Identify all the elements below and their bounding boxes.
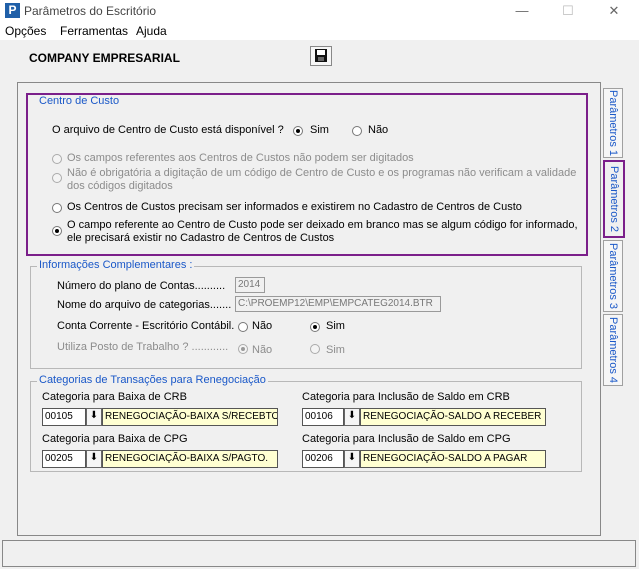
baixa-crb-dropdown-icon[interactable]: ⬇ bbox=[86, 408, 102, 426]
cc-option-3-radio[interactable] bbox=[52, 203, 62, 213]
cc-option-4-label: O campo referente ao Centro de Custo pod… bbox=[67, 219, 578, 231]
plano-input[interactable]: 2014 bbox=[235, 277, 265, 293]
cc-option-4-label-cont: ele precisará existir no Cadastro de Cen… bbox=[67, 232, 335, 244]
cc-option-4-radio[interactable] bbox=[52, 226, 62, 236]
posto-sim-radio[interactable] bbox=[310, 344, 320, 354]
incl-cpg-code[interactable]: 00206 bbox=[302, 450, 344, 468]
tab-parametros-3[interactable]: Parâmetros 3 bbox=[603, 240, 623, 312]
baixa-crb-code[interactable]: 00105 bbox=[42, 408, 86, 426]
incl-cpg-label: Categoria para Inclusão de Saldo em CPG bbox=[302, 433, 511, 445]
tab-parametros-2-label: Parâmetros 2 bbox=[608, 165, 620, 233]
cc-option-2-label: Não é obrigatória a digitação de um códi… bbox=[67, 167, 577, 179]
baixa-cpg-dropdown-icon[interactable]: ⬇ bbox=[86, 450, 102, 468]
conta-sim-radio[interactable] bbox=[310, 322, 320, 332]
floppy-disk-icon bbox=[315, 49, 327, 62]
cc-option-1-label: Os campos referentes aos Centros de Cust… bbox=[67, 152, 414, 164]
cc-option-1-radio[interactable] bbox=[52, 154, 62, 164]
posto-nao-radio[interactable] bbox=[238, 344, 248, 354]
arquivo-label: Nome do arquivo de categorias....... bbox=[57, 299, 232, 311]
categorias-title: Categorias de Transações para Renegociaç… bbox=[37, 374, 268, 386]
cc-nao-radio[interactable] bbox=[352, 126, 362, 136]
menu-opcoes[interactable]: Opções bbox=[5, 24, 46, 38]
cc-option-2-label-cont: dos códigos digitados bbox=[67, 180, 173, 192]
save-button[interactable] bbox=[310, 46, 332, 66]
maximize-button[interactable]: ☐ bbox=[545, 0, 591, 22]
posto-nao-label: Não bbox=[252, 344, 273, 356]
conta-corrente-label: Conta Corrente - Escritório Contábil. bbox=[57, 320, 235, 332]
incl-crb-name: RENEGOCIAÇÃO-SALDO A RECEBER bbox=[360, 408, 546, 426]
tab-parametros-1-label: Parâmetros 1 bbox=[607, 89, 619, 157]
cc-sim-radio[interactable] bbox=[293, 126, 303, 136]
app-icon: P bbox=[5, 3, 20, 18]
window-title: Parâmetros do Escritório bbox=[24, 4, 157, 18]
cc-question-label: O arquivo de Centro de Custo está dispon… bbox=[52, 124, 284, 136]
cc-option-3-label: Os Centros de Custos precisam ser inform… bbox=[67, 201, 522, 213]
cc-nao-label: Não bbox=[368, 124, 389, 136]
baixa-crb-name: RENEGOCIAÇÃO-BAIXA S/RECEBTO. bbox=[102, 408, 278, 426]
incl-crb-code[interactable]: 00106 bbox=[302, 408, 344, 426]
status-bar bbox=[2, 540, 636, 567]
info-title: Informações Complementares : bbox=[37, 259, 195, 271]
incl-crb-label: Categoria para Inclusão de Saldo em CRB bbox=[302, 391, 510, 403]
company-name: COMPANY EMPRESARIAL bbox=[29, 51, 180, 65]
posto-label: Utiliza Posto de Trabalho ? ............ bbox=[57, 341, 229, 353]
plano-label: Número do plano de Contas.......... bbox=[57, 280, 226, 292]
cc-sim-label: Sim bbox=[310, 124, 329, 136]
menu-ferramentas[interactable]: Ferramentas bbox=[60, 24, 128, 38]
menu-ajuda[interactable]: Ajuda bbox=[136, 24, 167, 38]
baixa-crb-label: Categoria para Baixa de CRB bbox=[42, 391, 187, 403]
tab-parametros-2[interactable]: Parâmetros 2 bbox=[603, 160, 625, 238]
baixa-cpg-label: Categoria para Baixa de CPG bbox=[42, 433, 188, 445]
conta-nao-radio[interactable] bbox=[238, 322, 248, 332]
centro-custo-title: Centro de Custo bbox=[37, 95, 122, 107]
minimize-button[interactable]: — bbox=[499, 0, 545, 22]
incl-cpg-dropdown-icon[interactable]: ⬇ bbox=[344, 450, 360, 468]
conta-sim-label: Sim bbox=[326, 320, 345, 332]
tab-parametros-4[interactable]: Parâmetros 4 bbox=[603, 314, 623, 386]
tab-parametros-1[interactable]: Parâmetros 1 bbox=[603, 88, 623, 158]
posto-sim-label: Sim bbox=[326, 344, 345, 356]
baixa-cpg-name: RENEGOCIAÇÃO-BAIXA S/PAGTO. bbox=[102, 450, 278, 468]
arquivo-input[interactable]: C:\PROEMP12\EMP\EMPCATEG2014.BTR bbox=[235, 296, 441, 312]
tab-parametros-4-label: Parâmetros 4 bbox=[607, 316, 619, 384]
incl-crb-dropdown-icon[interactable]: ⬇ bbox=[344, 408, 360, 426]
incl-cpg-name: RENEGOCIAÇÃO-SALDO A PAGAR bbox=[360, 450, 546, 468]
cc-option-2-radio[interactable] bbox=[52, 173, 62, 183]
conta-nao-label: Não bbox=[252, 320, 273, 332]
baixa-cpg-code[interactable]: 00205 bbox=[42, 450, 86, 468]
close-button[interactable]: ✕ bbox=[591, 0, 637, 22]
tab-parametros-3-label: Parâmetros 3 bbox=[607, 242, 619, 310]
